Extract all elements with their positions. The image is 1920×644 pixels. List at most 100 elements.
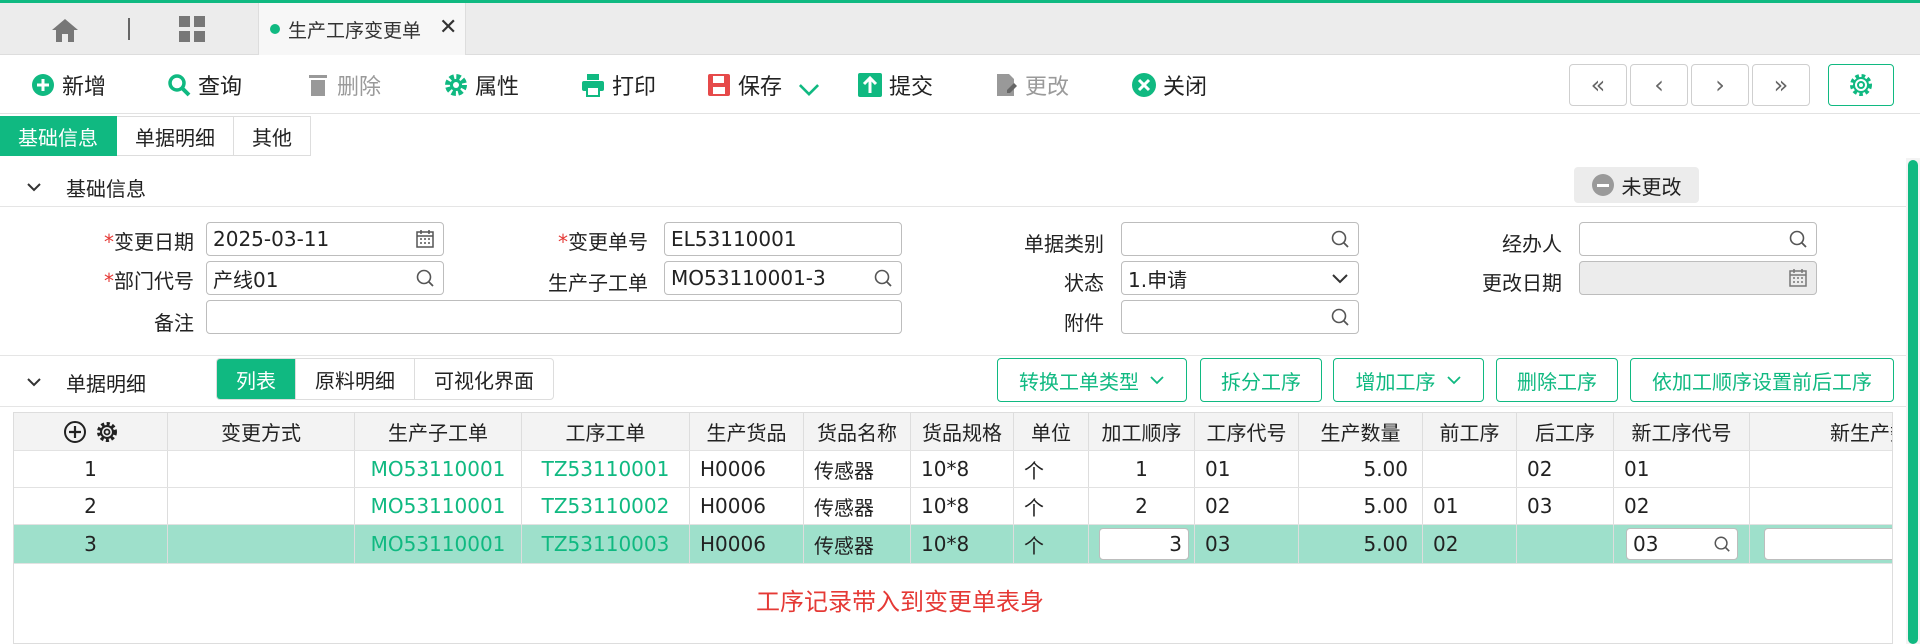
properties-button[interactable]: 属性: [443, 68, 519, 102]
query-button[interactable]: 查询: [166, 68, 242, 102]
subtab-materials[interactable]: 原料明细: [296, 359, 415, 399]
close-tab-icon[interactable]: ✕: [439, 15, 457, 40]
search-icon[interactable]: [1788, 229, 1808, 249]
attachment-label: 附件: [1064, 311, 1104, 335]
table-row[interactable]: 2 MO53110001 TZ53110002 H0006 传感器 10*8 个…: [14, 488, 1892, 525]
col-process-code[interactable]: 工序代号: [1195, 413, 1299, 450]
col-next[interactable]: 后工序: [1517, 413, 1614, 450]
col-process-order[interactable]: 工序工单: [522, 413, 690, 450]
cell-unit: 个: [1014, 525, 1089, 563]
remark-field[interactable]: [206, 300, 902, 334]
close-label: 关闭: [1163, 75, 1208, 100]
tab-production-change[interactable]: 生产工序变更单 ✕: [258, 3, 466, 55]
submit-button[interactable]: 提交: [857, 68, 933, 102]
delete-process-button[interactable]: 删除工序: [1496, 358, 1618, 402]
cell-new-qty[interactable]: [1750, 488, 1892, 524]
cell-change-mode[interactable]: [168, 451, 355, 487]
save-button[interactable]: 保存: [706, 68, 782, 102]
col-product-name[interactable]: 货品名称: [804, 413, 911, 450]
save-label: 保存: [738, 75, 783, 100]
cell-process-order-link[interactable]: TZ53110002: [522, 488, 690, 524]
vertical-scrollbar-thumb[interactable]: [1908, 160, 1918, 644]
col-new-code[interactable]: 新工序代号: [1614, 413, 1750, 450]
add-process-button[interactable]: 增加工序: [1333, 358, 1484, 402]
change-date-field[interactable]: 2025-03-11: [206, 222, 444, 256]
change-no-label: *变更单号: [558, 230, 648, 254]
cell-sub-order-link[interactable]: MO53110001: [355, 451, 522, 487]
handler-field[interactable]: [1579, 222, 1817, 256]
last-record-button[interactable]: »: [1752, 64, 1810, 106]
doc-type-field[interactable]: [1121, 222, 1359, 256]
search-icon[interactable]: [873, 268, 893, 288]
convert-type-button[interactable]: 转换工单类型: [997, 358, 1187, 402]
cell-process-code: 03: [1195, 525, 1299, 563]
search-icon[interactable]: [1330, 229, 1350, 249]
change-no-field[interactable]: EL53110001: [664, 222, 902, 256]
settings-button[interactable]: [1828, 64, 1894, 106]
modify-button[interactable]: 更改: [993, 68, 1069, 102]
search-icon[interactable]: [1330, 307, 1350, 327]
cell-new-qty[interactable]: [1750, 451, 1892, 487]
table-row[interactable]: 1 MO53110001 TZ53110001 H0006 传感器 10*8 个…: [14, 451, 1892, 488]
status-select[interactable]: 1.申请: [1121, 261, 1359, 295]
col-new-qty[interactable]: 新生产数: [1750, 413, 1892, 450]
seq-editor-input[interactable]: 3: [1099, 528, 1189, 560]
apps-grid-icon[interactable]: [178, 15, 206, 43]
col-qty[interactable]: 生产数量: [1299, 413, 1423, 450]
dept-code-value: 产线01: [213, 267, 279, 292]
col-sub-order[interactable]: 生产子工单: [355, 413, 522, 450]
cell-spec: 10*8: [911, 488, 1014, 524]
close-button[interactable]: 关闭: [1131, 68, 1207, 102]
cell-sub-order-link[interactable]: MO53110001: [355, 525, 522, 563]
col-seq[interactable]: 加工顺序: [1089, 413, 1195, 450]
chevron-down-icon[interactable]: [1330, 268, 1350, 288]
cell-new-code[interactable]: 02: [1614, 488, 1750, 524]
next-record-button[interactable]: ›: [1691, 64, 1749, 106]
col-unit[interactable]: 单位: [1014, 413, 1089, 450]
tab-doc-detail[interactable]: 单据明细: [117, 116, 234, 156]
home-icon[interactable]: [48, 16, 82, 44]
double-chevron-right-icon: »: [1773, 71, 1789, 99]
calendar-icon[interactable]: [415, 229, 435, 249]
set-order-button[interactable]: 依加工顺序设置前后工序: [1630, 358, 1894, 402]
prev-record-button[interactable]: ‹: [1630, 64, 1688, 106]
col-spec[interactable]: 货品规格: [911, 413, 1014, 450]
add-row-icon[interactable]: [63, 420, 87, 444]
cell-product-name: 传感器: [804, 525, 911, 563]
table-row-selected[interactable]: 3 MO53110001 TZ53110003 H0006 传感器 10*8 个…: [14, 525, 1892, 564]
tab-basic-info[interactable]: 基础信息: [0, 116, 117, 156]
cell-change-mode[interactable]: [168, 525, 355, 563]
cell-change-mode[interactable]: [168, 488, 355, 524]
add-label: 新增: [62, 75, 107, 100]
column-settings-gear-icon[interactable]: [95, 420, 119, 444]
settings-gear-icon: [1850, 74, 1872, 96]
attachment-field[interactable]: [1121, 300, 1359, 334]
save-dropdown-chevron-icon[interactable]: [796, 72, 822, 106]
first-record-button[interactable]: «: [1569, 64, 1627, 106]
search-icon[interactable]: [415, 268, 435, 288]
cell-process-order-link[interactable]: TZ53110003: [522, 525, 690, 563]
sub-order-field[interactable]: MO53110001-3: [664, 261, 902, 295]
cell-sub-order-link[interactable]: MO53110001: [355, 488, 522, 524]
collapse-chevron-icon[interactable]: [26, 374, 42, 390]
split-process-button[interactable]: 拆分工序: [1200, 358, 1322, 402]
cell-seq[interactable]: 2: [1089, 488, 1195, 524]
tab-other[interactable]: 其他: [234, 116, 311, 156]
cell-seq[interactable]: 1: [1089, 451, 1195, 487]
cell-process-order-link[interactable]: TZ53110001: [522, 451, 690, 487]
subtab-visual[interactable]: 可视化界面: [415, 359, 553, 399]
search-icon: [168, 74, 191, 97]
dept-code-field[interactable]: 产线01: [206, 261, 444, 295]
new-code-editor-input[interactable]: 03: [1626, 528, 1738, 560]
col-prev[interactable]: 前工序: [1423, 413, 1517, 450]
cell-new-code[interactable]: 01: [1614, 451, 1750, 487]
new-qty-editor-input[interactable]: [1764, 528, 1892, 560]
subtab-list[interactable]: 列表: [217, 359, 296, 399]
col-change-mode[interactable]: 变更方式: [168, 413, 355, 450]
print-button[interactable]: 打印: [580, 68, 656, 102]
search-icon[interactable]: [1713, 535, 1731, 553]
col-product[interactable]: 生产货品: [690, 413, 804, 450]
delete-button[interactable]: 删除: [305, 68, 381, 102]
collapse-chevron-icon[interactable]: [26, 179, 42, 195]
add-button[interactable]: 新增: [30, 68, 106, 102]
